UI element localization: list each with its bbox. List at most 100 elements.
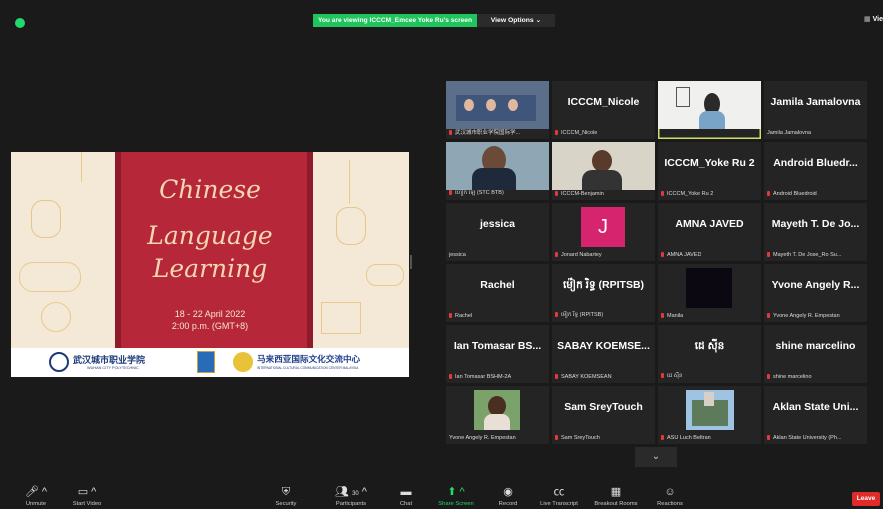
participant-tile[interactable]: ម៉ៀក រិទ្ធ (RPITSB) ម៉ៀក រិទ្ធ (RPITSB): [552, 264, 655, 322]
mic-muted-icon: [555, 252, 558, 257]
shield-icon[interactable]: [15, 18, 25, 28]
mic-muted-icon: [449, 374, 452, 379]
video-feed: [686, 268, 732, 308]
participant-tile[interactable]: Yvone Angely R... Yvone Angely R. Empest…: [764, 264, 867, 322]
tile-name: ដេ ស៊ីន: [661, 372, 683, 380]
record-button[interactable]: ◉ Record: [494, 486, 522, 507]
participant-tile[interactable]: Mayeth T. De Jo... Mayeth T. De Jose_Ro …: [764, 203, 867, 261]
tile-name: jessica: [449, 252, 466, 258]
participant-tile-active-speaker[interactable]: ICCCM_Emcee Yoke Ru: [658, 81, 761, 139]
video-feed: [686, 390, 734, 430]
video-feed: [552, 142, 655, 190]
tile-name: ASU Luch Beltran: [661, 435, 711, 441]
view-options-button[interactable]: View Options ⌄: [477, 14, 555, 27]
participant-tile[interactable]: Yvone Angely R. Empestan: [446, 386, 549, 444]
tile-name: Jonard Nabartey: [555, 252, 602, 258]
participant-tile[interactable]: ហៀក ឡេ (STC BTB): [446, 142, 549, 200]
tile-name: ICCCM_Emcee Yoke Ru: [661, 130, 722, 136]
cc-icon: ㏄: [553, 486, 565, 498]
icccm-name-cn: 马来西亚国际文化交流中心: [257, 354, 361, 364]
next-page-chevron-down-icon[interactable]: ⌄: [635, 447, 677, 467]
tile-name: Rachel: [449, 313, 472, 319]
mic-muted-icon: [661, 252, 664, 257]
participant-tile[interactable]: shine marcelino shine marcelino: [764, 325, 867, 383]
participant-tile[interactable]: ICCCM_Nicole ICCCM_Nicole: [552, 81, 655, 139]
start-video-button[interactable]: ▭ ^ Start Video: [64, 486, 110, 507]
tile-name: shine marcelino: [767, 374, 812, 380]
mic-muted-icon: [555, 191, 558, 196]
tile-name: AMNA JAVED: [661, 252, 701, 258]
participant-tile[interactable]: AMNA JAVED AMNA JAVED: [658, 203, 761, 261]
participant-tile[interactable]: Jamila Jamalovna Jamila Jamalovna: [764, 81, 867, 139]
participant-tile[interactable]: ដេ ស៊ីន ដេ ស៊ីន: [658, 325, 761, 383]
video-feed: [474, 390, 520, 430]
mic-muted-icon: [555, 374, 558, 379]
participants-icon: 👥︎ 30 ^: [335, 486, 367, 498]
tile-name: SABAY KOEMSEAN: [555, 374, 612, 380]
participant-tile[interactable]: Manila: [658, 264, 761, 322]
live-transcript-button[interactable]: ㏄ Live Transcript: [534, 486, 584, 507]
participant-tile[interactable]: Aklan State Uni... Aklan State Universit…: [764, 386, 867, 444]
mic-muted-icon: [767, 374, 770, 379]
tile-name: Jamila Jamalovna: [767, 130, 812, 136]
tile-name: ហៀក ឡេ (STC BTB): [449, 189, 504, 197]
tile-name: Yvone Angely R. Empestan: [449, 435, 516, 441]
tile-name: Android Bluedroid: [767, 191, 817, 197]
security-button[interactable]: ⛨ Security: [266, 486, 306, 507]
tile-name: Mayeth T. De Jose_Ro Su...: [767, 252, 841, 258]
grid-icon: ▦: [863, 16, 871, 23]
mic-muted-icon: [661, 191, 664, 196]
share-screen-icon: ⬆ ^: [447, 486, 465, 498]
participant-tile[interactable]: ASU Luch Beltran: [658, 386, 761, 444]
participant-tile[interactable]: SABAY KOEMSE... SABAY KOEMSEAN: [552, 325, 655, 383]
slide-title-line-3: Learning: [152, 254, 268, 283]
participant-tile[interactable]: Sam SreyTouch Sam SreyTouch: [552, 386, 655, 444]
reactions-button[interactable]: ☺ Reactions: [652, 486, 688, 507]
view-button[interactable]: ▦ Vie: [864, 15, 883, 23]
video-feed: [446, 81, 549, 129]
tile-name: Ian Tomasar BSHM-2A: [449, 374, 511, 380]
mic-muted-icon: [767, 191, 770, 196]
video-feed: [658, 81, 761, 129]
participant-tile[interactable]: ICCCM-Benjamin: [552, 142, 655, 200]
wuhan-name-cn: 武汉城市职业学院: [73, 356, 146, 366]
participant-tile[interactable]: Rachel Rachel: [446, 264, 549, 322]
breakout-rooms-button[interactable]: ▦ Breakout Rooms: [590, 486, 642, 507]
participant-tile[interactable]: J Jonard Nabartey: [552, 203, 655, 261]
tile-name: ICCCM-Benjamin: [555, 191, 604, 197]
video-off-icon: ▭ ^: [77, 486, 97, 498]
microphone-muted-icon: 🎤︎ ^: [24, 486, 48, 498]
mic-muted-icon: [767, 435, 770, 440]
participant-tile[interactable]: Android Bluedr... Android Bluedroid: [764, 142, 867, 200]
mic-muted-icon: [555, 435, 558, 440]
participant-tile[interactable]: Ian Tomasar BS... Ian Tomasar BSHM-2A: [446, 325, 549, 383]
screen-share-banner: You are viewing ICCCM_Emcee Yoke Ru's sc…: [313, 14, 477, 27]
slide-date: 18 - 22 April 2022: [174, 309, 246, 319]
chat-button[interactable]: ▬ Chat: [394, 486, 418, 507]
gallery-view: 武汉城市职业学院国际学... ICCCM_Nicole ICCCM_Nicole…: [446, 81, 868, 447]
leave-button[interactable]: Leave: [852, 492, 880, 506]
participant-tile[interactable]: ICCCM_Yoke Ru 2 ICCCM_Yoke Ru 2: [658, 142, 761, 200]
breakout-grid-icon: ▦: [610, 486, 622, 498]
participant-tile[interactable]: 武汉城市职业学院国际学...: [446, 81, 549, 139]
top-bar: You are viewing ICCCM_Emcee Yoke Ru's sc…: [0, 0, 883, 30]
participants-button[interactable]: 👥︎ 30 ^ Participants: [322, 486, 380, 507]
unmute-button[interactable]: 🎤︎ ^ Unmute: [16, 486, 56, 507]
chat-icon: ▬: [400, 486, 412, 498]
split-handle[interactable]: [410, 255, 412, 269]
crest-icon: [197, 351, 215, 373]
tile-name: Aklan State University (Ph...: [767, 435, 841, 441]
mic-muted-icon: [555, 130, 558, 135]
tile-name: Sam SreyTouch: [555, 435, 600, 441]
logo-strip: 武汉城市职业学院 WUHAN CITY POLYTECHNIC 马来西亚国际文化…: [11, 348, 409, 377]
share-screen-button[interactable]: ⬆ ^ Share Screen: [434, 486, 478, 507]
icccm-logo-icon: [233, 352, 253, 372]
tile-name: Yvone Angely R. Empestan: [767, 313, 840, 319]
mic-muted-icon: [661, 435, 664, 440]
wuhan-name-en: WUHAN CITY POLYTECHNIC: [87, 366, 139, 370]
tile-name: Manila: [661, 313, 683, 319]
tile-name: ICCCM_Yoke Ru 2: [661, 191, 713, 197]
participant-tile[interactable]: jessica jessica: [446, 203, 549, 261]
record-icon: ◉: [503, 486, 513, 498]
mic-muted-icon: [661, 313, 664, 318]
